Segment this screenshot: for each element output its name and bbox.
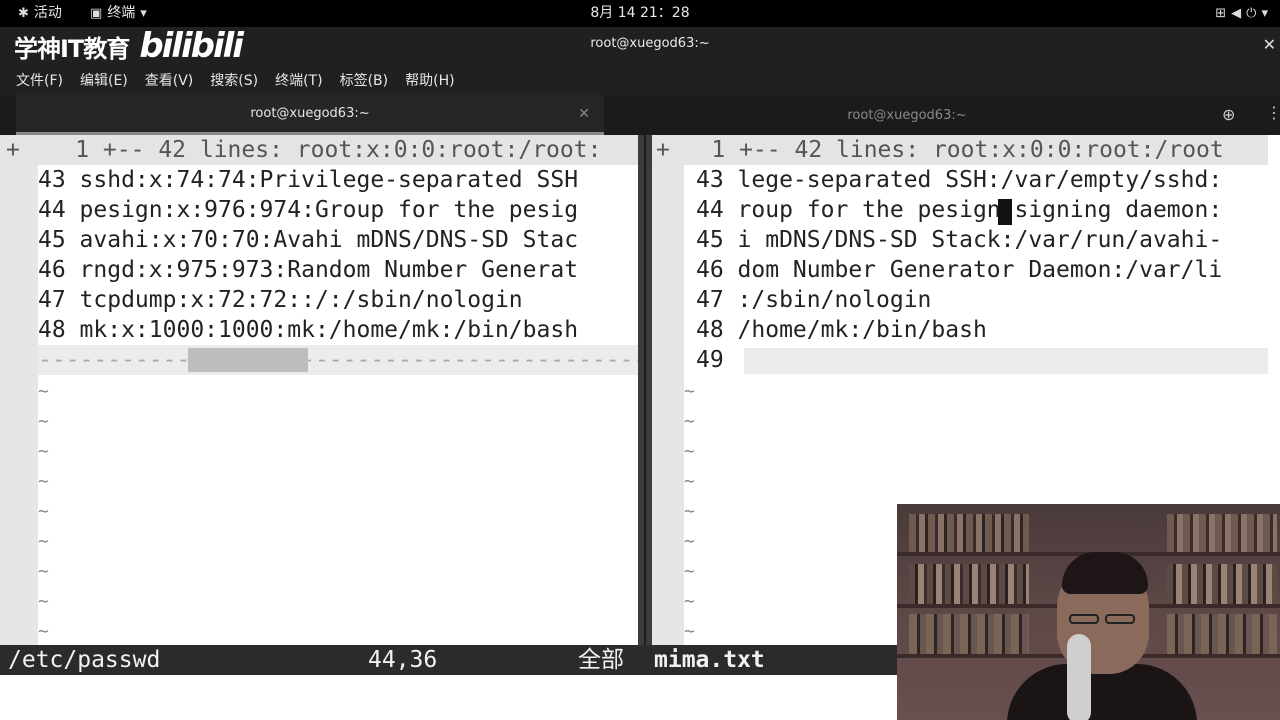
microphone: [1067, 634, 1091, 720]
menu-tabs[interactable]: 标签(B): [340, 70, 389, 90]
empty-line-marker: ~: [38, 561, 49, 582]
tab-bar: root@xuegod63:~ ✕ root@xuegod63:~ ⊕ ⋮: [0, 95, 1280, 135]
menu-search[interactable]: 搜索(S): [210, 70, 258, 90]
fold-line: + 1 +-- 42 lines: root:x:0:0:root:/root: [652, 135, 1268, 165]
terminal-icon: ▣: [90, 6, 103, 21]
menu-view[interactable]: 查看(V): [145, 70, 194, 90]
books: [909, 514, 1029, 552]
gnome-top-bar: ✱ 活动 ▣ 终端 ▾ 8月 14 21：28 ⊞ ◀ ⏻ ▾: [0, 0, 1280, 27]
code-line: 48 mk:x:1000:1000:mk:/home/mk:/bin/bash: [38, 317, 579, 343]
power-icon[interactable]: ⏻: [1246, 0, 1256, 27]
scroll-indicator: 全部: [578, 647, 624, 673]
left-file-name: /etc/passwd: [8, 647, 161, 673]
empty-line-marker: ~: [684, 471, 695, 492]
window-title: root@xuegod63:~: [590, 36, 710, 51]
code-line: 45 avahi:x:70:70:Avahi mDNS/DNS-SD Stac: [38, 227, 579, 253]
tab-menu-icon[interactable]: ⋮: [1266, 103, 1280, 122]
code-line: 43 lege-separated SSH:/var/empty/sshd:: [696, 167, 1223, 193]
books: [1167, 564, 1277, 604]
empty-line-marker: ~: [38, 411, 49, 432]
empty-line-marker: ~: [684, 501, 695, 522]
code-line: 48 /home/mk:/bin/bash: [696, 317, 987, 343]
text-cursor: [998, 199, 1012, 225]
empty-line-marker: ~: [38, 531, 49, 552]
empty-line-marker: ~: [684, 591, 695, 612]
menubar: 文件(F) 编辑(E) 查看(V) 搜索(S) 终端(T) 标签(B) 帮助(H…: [0, 65, 1280, 95]
code-line: 47 :/sbin/nologin: [696, 287, 932, 313]
activities-label: 活动: [33, 5, 62, 21]
caret-down-icon[interactable]: ▾: [1261, 0, 1268, 27]
empty-line-marker: ~: [38, 381, 49, 402]
books: [909, 614, 1029, 654]
code-line: 44 roup for the pesign signing daemon:: [696, 197, 1223, 223]
code-line: 45 i mDNS/DNS-SD Stack:/var/run/avahi-: [696, 227, 1223, 253]
code-line: 44 pesign:x:976:974:Group for the pesig: [38, 197, 579, 223]
empty-line-marker: ~: [38, 471, 49, 492]
code-line: 46 dom Number Generator Daemon:/var/li: [696, 257, 1223, 283]
empty-line-marker: ~: [684, 381, 695, 402]
person-hair: [1062, 552, 1148, 594]
clock-container: 8月 14 21：28: [0, 0, 1280, 27]
menu-terminal[interactable]: 终端(T): [275, 70, 322, 90]
activities-icon: ✱: [18, 6, 29, 21]
diff-filler-line: ----------------------------------------…: [38, 345, 638, 375]
code-line: 47 tcpdump:x:72:72::/:/sbin/nologin: [38, 287, 523, 313]
menu-file[interactable]: 文件(F): [16, 70, 63, 90]
close-icon[interactable]: ✕: [578, 106, 590, 122]
close-icon[interactable]: ✕: [1263, 35, 1276, 54]
menu-help[interactable]: 帮助(H): [405, 70, 454, 90]
empty-line-marker: ~: [38, 441, 49, 462]
webcam-overlay: [897, 504, 1280, 720]
code-line: 43 sshd:x:74:74:Privilege-separated SSH: [38, 167, 579, 193]
empty-line-marker: ~: [684, 561, 695, 582]
caret-down-icon: ▾: [140, 6, 147, 21]
tab-1[interactable]: root@xuegod63:~ ✕: [16, 95, 604, 135]
visual-selection: [188, 348, 308, 372]
sign-column: [0, 165, 38, 645]
empty-line-marker: ~: [38, 501, 49, 522]
glasses: [1105, 614, 1135, 624]
diff-added-line-bg: [744, 348, 1268, 374]
books: [1167, 514, 1277, 552]
activities-button[interactable]: ✱ 活动: [18, 0, 62, 27]
empty-line-marker: ~: [38, 621, 49, 642]
empty-line-marker: ~: [684, 621, 695, 642]
tab-label: root@xuegod63:~: [250, 106, 370, 121]
split-separator-line: [644, 135, 646, 645]
tab-label: root@xuegod63:~: [847, 107, 967, 123]
clock[interactable]: 8月 14 21：28: [590, 0, 689, 27]
menu-edit[interactable]: 编辑(E): [80, 70, 128, 90]
empty-line-marker: ~: [684, 531, 695, 552]
network-icon[interactable]: ⊞: [1215, 0, 1226, 27]
cursor-position: 44,36: [368, 647, 438, 673]
empty-line-marker: ~: [684, 411, 695, 432]
right-file-name: mima.txt: [654, 647, 765, 673]
tab-2[interactable]: root@xuegod63:~: [604, 95, 1210, 135]
system-tray[interactable]: ⊞ ◀ ⏻ ▾: [1215, 0, 1268, 27]
books: [909, 564, 1029, 604]
empty-line-marker: ~: [684, 441, 695, 462]
window-header: 学神IT教育 bilibili root@xuegod63:~ ✕: [0, 26, 1280, 66]
empty-line-marker: ~: [38, 591, 49, 612]
app-menu-label: 终端: [107, 5, 136, 21]
glasses: [1069, 614, 1099, 624]
sign-column: [652, 165, 684, 645]
app-menu-button[interactable]: ▣ 终端 ▾: [90, 0, 147, 27]
code-line: 46 rngd:x:975:973:Random Number Generat: [38, 257, 579, 283]
new-tab-icon[interactable]: ⊕: [1222, 105, 1235, 124]
volume-icon[interactable]: ◀: [1231, 0, 1241, 27]
books: [1167, 614, 1277, 654]
fold-line: + 1 +-- 42 lines: root:x:0:0:root:/root:: [0, 135, 638, 165]
